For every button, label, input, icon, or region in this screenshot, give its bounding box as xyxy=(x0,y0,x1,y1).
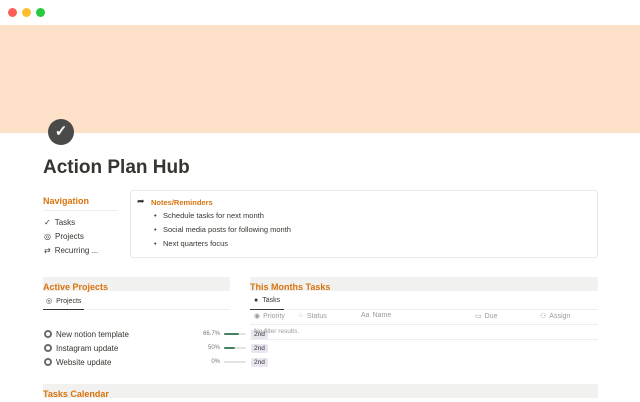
maximize-button[interactable] xyxy=(36,8,45,17)
nav-item-recurring[interactable]: ⇄ Recurring ... xyxy=(44,246,98,255)
column-label: Status xyxy=(306,312,327,320)
empty-message: No filter results. xyxy=(254,328,300,335)
target-icon: ◎ xyxy=(44,232,51,241)
calendar-header: Tasks Calendar xyxy=(43,384,598,399)
repeat-icon: ⇄ xyxy=(44,246,51,255)
month-tasks-header: This Months Tasks xyxy=(250,277,598,292)
project-row[interactable]: Website update 0% 2nd xyxy=(44,356,268,368)
month-tasks-heading: This Months Tasks xyxy=(250,282,331,292)
tab-tasks[interactable]: ● Tasks xyxy=(254,297,280,304)
divider xyxy=(250,309,598,310)
progress-label: 66.7% xyxy=(202,331,220,337)
progress-bar xyxy=(224,347,246,349)
nav-item-projects[interactable]: ◎ Projects xyxy=(44,232,84,241)
tab-label: Tasks xyxy=(262,297,281,304)
tab-label: Projects xyxy=(56,297,82,305)
tag-badge: 2nd xyxy=(251,357,268,367)
progress-label: 50% xyxy=(207,345,220,351)
target-icon: ◎ xyxy=(46,298,53,305)
target-icon xyxy=(44,330,52,338)
page-title: Action Plan Hub xyxy=(43,157,190,178)
divider xyxy=(250,339,598,340)
note-item: Social media posts for following month xyxy=(154,225,291,234)
project-row[interactable]: New notion template 66.7% 2nd xyxy=(44,328,268,340)
progress-bar xyxy=(224,361,246,363)
notes-callout: ➦ Notes/Reminders Schedule tasks for nex… xyxy=(130,190,598,258)
calendar-heading: Tasks Calendar xyxy=(43,389,109,399)
nav-label: Tasks xyxy=(54,218,76,227)
notes-heading: Notes/Reminders xyxy=(151,198,213,207)
project-name: Instagram update xyxy=(56,343,119,353)
active-projects-heading: Active Projects xyxy=(43,282,109,292)
column-label: Assign xyxy=(549,312,571,320)
column-label: Due xyxy=(484,312,498,320)
column-label: Name xyxy=(372,312,392,319)
checkmark-icon: ✓ xyxy=(44,218,51,227)
column-priority[interactable]: ◉ Priority xyxy=(254,312,285,321)
progress-fill xyxy=(224,333,239,335)
active-projects-header: Active Projects xyxy=(43,277,230,292)
column-label: Priority xyxy=(263,312,285,320)
priority-icon: ◉ xyxy=(254,313,261,320)
close-button[interactable] xyxy=(8,8,17,17)
target-icon xyxy=(44,358,52,366)
note-item: Schedule tasks for next month xyxy=(154,211,264,220)
progress-bar xyxy=(224,333,246,335)
share-arrow-icon: ➦ xyxy=(137,196,145,206)
nav-item-tasks[interactable]: ✓ Tasks xyxy=(44,218,75,227)
column-status[interactable]: ⁘ Status xyxy=(298,312,327,321)
check-circle-icon: ● xyxy=(254,297,259,304)
note-item: Next quarters focus xyxy=(154,239,228,248)
check-circle-icon[interactable]: ✓ xyxy=(48,119,74,145)
column-assign[interactable]: ⚇ Assign xyxy=(540,312,571,321)
tab-projects[interactable]: ◎ Projects xyxy=(46,297,82,306)
progress-fill xyxy=(224,347,235,349)
nav-label: Projects xyxy=(54,232,84,241)
column-name[interactable]: Aa Name xyxy=(361,312,391,319)
minimize-button[interactable] xyxy=(22,8,31,17)
text-icon: Aa xyxy=(361,312,370,319)
divider xyxy=(43,309,230,310)
nav-label: Recurring ... xyxy=(54,246,99,255)
page-cover xyxy=(0,25,640,133)
navigation-heading: Navigation xyxy=(43,196,90,206)
project-name: Website update xyxy=(56,357,112,367)
progress-label: 0% xyxy=(211,359,220,365)
calendar-icon: ▭ xyxy=(475,313,482,320)
people-icon: ⚇ xyxy=(540,313,547,320)
divider xyxy=(43,210,118,211)
tag-badge: 2nd xyxy=(251,343,268,353)
status-icon: ⁘ xyxy=(298,313,304,320)
column-due[interactable]: ▭ Due xyxy=(475,312,498,321)
project-name: New notion template xyxy=(56,329,129,339)
project-row[interactable]: Instagram update 50% 2nd xyxy=(44,342,268,354)
divider xyxy=(250,324,598,325)
target-icon xyxy=(44,344,52,352)
